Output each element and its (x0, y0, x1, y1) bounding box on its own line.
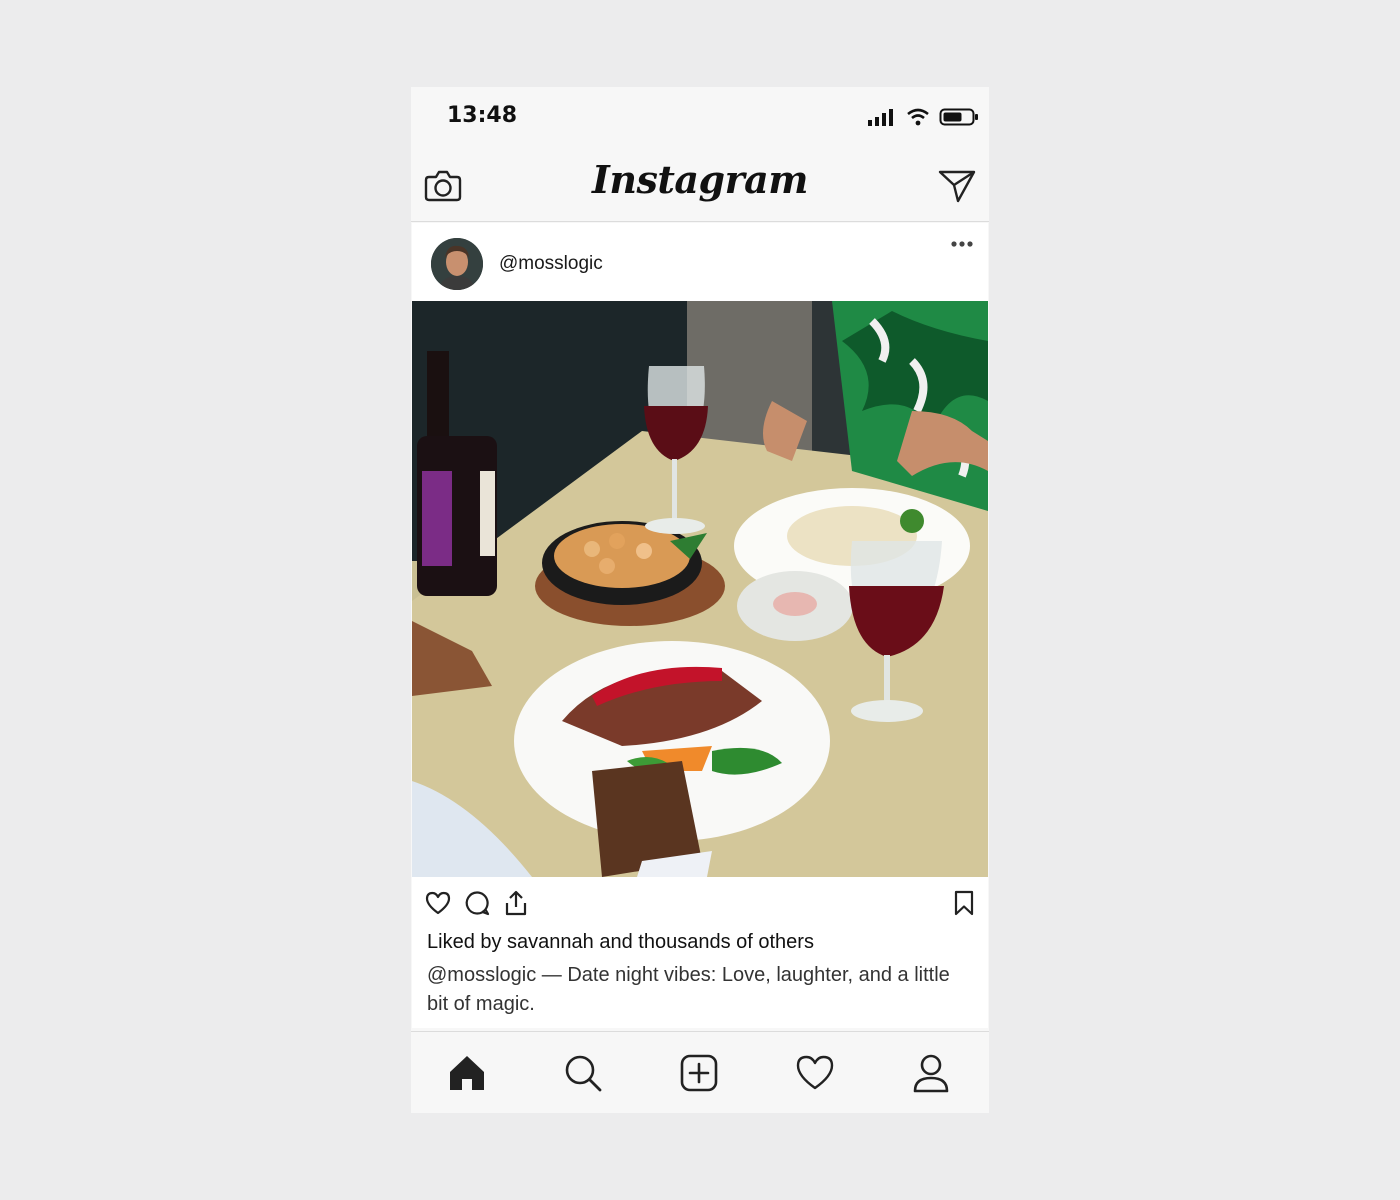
post-caption: @mosslogic — Date night vibes: Love, lau… (427, 964, 950, 1015)
status-icons (867, 107, 979, 127)
app-header: Instagram (411, 149, 989, 222)
direct-message-button[interactable] (937, 165, 977, 205)
signal-icon (868, 109, 893, 126)
avatar-image (431, 238, 483, 290)
search-icon[interactable] (562, 1052, 604, 1094)
more-options-icon[interactable] (950, 237, 974, 251)
liked-by-text[interactable]: Liked by savannah and thousands of other… (427, 931, 814, 954)
dinner-photo (412, 301, 988, 877)
add-post-icon[interactable] (678, 1052, 720, 1094)
phone-frame: 13:48 Instagram @mosslogic Liked by sava… (411, 87, 989, 1113)
home-icon[interactable] (446, 1052, 488, 1094)
status-bar: 13:48 (411, 87, 989, 149)
share-icon[interactable] (502, 889, 530, 917)
paper-plane-icon (938, 170, 976, 203)
avatar[interactable] (431, 238, 483, 290)
bottom-navigation (411, 1031, 989, 1113)
activity-heart-icon[interactable] (794, 1052, 836, 1094)
battery-icon (939, 108, 978, 126)
post-header: @mosslogic (412, 223, 988, 301)
status-time: 13:48 (447, 103, 518, 128)
wifi-icon (907, 108, 929, 126)
post-username[interactable]: @mosslogic (499, 253, 603, 275)
heart-icon[interactable] (424, 889, 452, 917)
post-actions (412, 877, 988, 927)
post-image[interactable] (412, 301, 988, 877)
bookmark-icon[interactable] (950, 889, 978, 917)
feed-post: @mosslogic Liked by savannah and thousan… (412, 223, 988, 1028)
comment-icon[interactable] (463, 889, 491, 917)
profile-icon[interactable] (910, 1052, 952, 1094)
app-logo[interactable]: Instagram (411, 157, 989, 202)
